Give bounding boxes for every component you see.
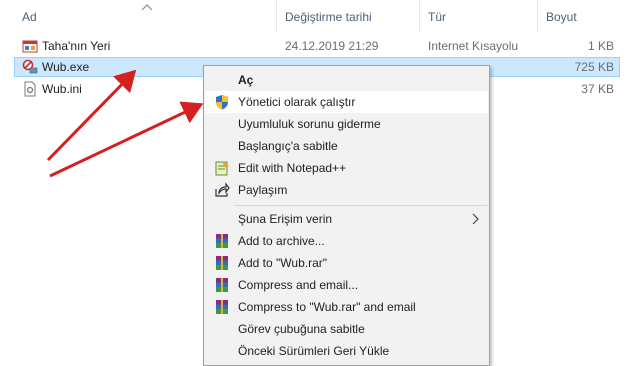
menu-item-pin-to-taskbar[interactable]: Görev çubuğuna sabitle [205, 318, 488, 340]
column-name[interactable]: Ad [22, 10, 37, 24]
menu-item-pin-to-start[interactable]: Başlangıç'a sabitle [205, 135, 488, 157]
file-size: 1 KB [587, 39, 614, 53]
menu-item-open[interactable]: Aç [205, 69, 488, 91]
menu-item-label: Şuna Erişim verin [238, 212, 333, 226]
menu-item-give-access-to[interactable]: Şuna Erişim verin [205, 208, 488, 230]
column-divider[interactable] [276, 0, 277, 32]
winrar-icon [216, 300, 228, 314]
file-name: Wub.ini [42, 82, 82, 96]
blocked-exe-icon [22, 59, 38, 74]
menu-item-label: Edit with Notepad++ [238, 161, 347, 175]
notepad-plus-plus-icon [215, 161, 229, 176]
winrar-icon [216, 256, 228, 270]
share-icon [215, 182, 230, 197]
sort-up-icon[interactable] [141, 3, 153, 11]
menu-item-label: Add to archive... [238, 234, 325, 248]
config-file-icon [24, 81, 36, 97]
menu-item-run-as-admin[interactable]: Yönetici olarak çalıştır [205, 91, 488, 113]
file-size: 37 KB [581, 82, 614, 96]
file-date: 24.12.2019 21:29 [285, 39, 379, 53]
column-divider[interactable] [537, 0, 538, 32]
menu-item-add-to-archive[interactable]: Add to archive... [205, 230, 488, 252]
internet-shortcut-icon [22, 40, 38, 53]
menu-item-label: Başlangıç'a sabitle [238, 139, 338, 153]
menu-item-add-to-rar[interactable]: Add to "Wub.rar" [205, 252, 488, 274]
winrar-icon [216, 278, 228, 292]
menu-item-label: Önceki Sürümleri Geri Yükle [238, 344, 390, 358]
file-size: 725 KB [574, 60, 614, 74]
context-menu: Aç Yönetici olarak çalıştır Uyumluluk so… [203, 65, 490, 366]
winrar-icon [216, 234, 228, 248]
menu-item-compress-to-rar-and-email[interactable]: Compress to "Wub.rar" and email [205, 296, 488, 318]
column-divider[interactable] [419, 0, 420, 32]
column-date[interactable]: Değiştirme tarihi [285, 10, 372, 24]
file-type: Internet Kısayolu [428, 39, 519, 53]
file-row[interactable]: Taha'nın Yeri 24.12.2019 21:29 Internet … [14, 36, 620, 56]
file-name: Wub.exe [42, 60, 90, 74]
menu-item-label: Yönetici olarak çalıştır [238, 95, 356, 109]
column-size[interactable]: Boyut [546, 10, 577, 24]
column-header: Ad Değiştirme tarihi Tür Boyut [0, 0, 638, 34]
uac-shield-icon [216, 95, 228, 110]
chevron-right-icon [472, 213, 479, 225]
annotation-arrow [49, 101, 204, 178]
column-type[interactable]: Tür [428, 10, 446, 24]
menu-item-share[interactable]: Paylaşım [205, 179, 488, 201]
menu-item-label: Compress to "Wub.rar" and email [238, 300, 416, 314]
menu-item-label: Compress and email... [238, 278, 359, 292]
menu-item-label: Görev çubuğuna sabitle [238, 322, 365, 336]
menu-item-label: Aç [238, 73, 254, 87]
menu-item-compress-and-email[interactable]: Compress and email... [205, 274, 488, 296]
menu-item-troubleshoot-compatibility[interactable]: Uyumluluk sorunu giderme [205, 113, 488, 135]
menu-item-restore-previous-versions[interactable]: Önceki Sürümleri Geri Yükle [205, 340, 488, 362]
menu-item-label: Uyumluluk sorunu giderme [238, 117, 381, 131]
menu-separator [234, 205, 487, 206]
menu-item-label: Paylaşım [238, 183, 288, 197]
file-name: Taha'nın Yeri [42, 39, 111, 53]
menu-item-label: Add to "Wub.rar" [238, 256, 328, 270]
menu-item-edit-notepad-plus-plus[interactable]: Edit with Notepad++ [205, 157, 488, 179]
